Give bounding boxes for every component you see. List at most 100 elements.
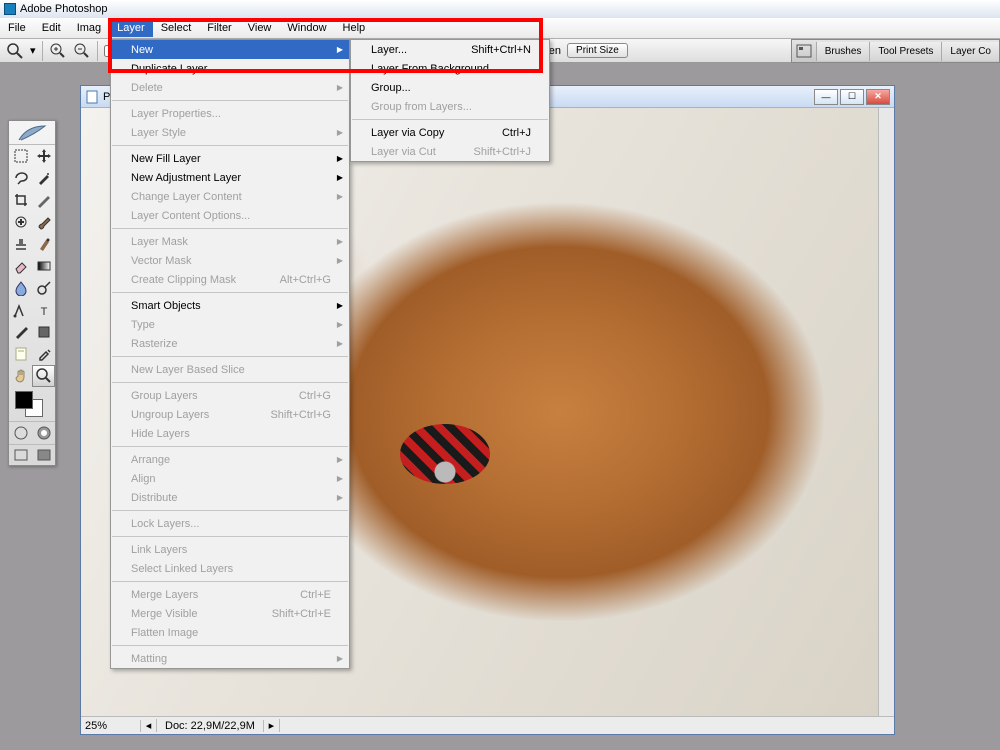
quickmask-mode-icon[interactable] (32, 422, 55, 444)
menu-divider (112, 536, 348, 537)
slice-tool[interactable] (32, 189, 55, 211)
menu-divider (112, 292, 348, 293)
submenu-arrow-icon: ▶ (337, 256, 343, 265)
menu-divider (112, 145, 348, 146)
zoom-left-arrow-icon[interactable]: ◂ (141, 719, 157, 732)
menuitem-ungroup-layers: Ungroup LayersShift+Ctrl+G (111, 405, 349, 424)
menu-help[interactable]: Help (335, 19, 374, 37)
path-tool[interactable] (9, 299, 32, 321)
document-icon (85, 90, 99, 104)
menu-divider (112, 100, 348, 101)
photoshop-feather-icon (9, 121, 55, 145)
zoom-tool-icon (6, 42, 24, 60)
app-title: Adobe Photoshop (20, 3, 107, 15)
menuitem-layer-mask: Layer Mask▶ (111, 232, 349, 251)
submenu-arrow-icon: ▶ (337, 128, 343, 137)
screen-mode-2-icon[interactable] (32, 445, 55, 465)
submenu-arrow-icon: ▶ (337, 455, 343, 464)
eyedrop-tool[interactable] (32, 343, 55, 365)
menuitem-new[interactable]: New▶ (111, 40, 349, 59)
menuitem-smart-objects[interactable]: Smart Objects▶ (111, 296, 349, 315)
menuitem-new-adjustment-layer[interactable]: New Adjustment Layer▶ (111, 168, 349, 187)
screen-mode-1-icon[interactable] (9, 445, 32, 465)
menuitem-group[interactable]: Group... (351, 78, 549, 97)
document-size-info: Doc: 22,9M/22,9M (157, 720, 264, 732)
menuitem-change-layer-content: Change Layer Content▶ (111, 187, 349, 206)
hand-tool[interactable] (9, 365, 32, 387)
foreground-color-swatch[interactable] (15, 391, 33, 409)
menu-divider (352, 119, 548, 120)
palette-tab-layer-co[interactable]: Layer Co (941, 42, 999, 61)
menuitem-layer-from-background[interactable]: Layer From Background... (351, 59, 549, 78)
new-submenu-dropdown: Layer...Shift+Ctrl+NLayer From Backgroun… (350, 39, 550, 162)
menuitem-duplicate-layer[interactable]: Duplicate Layer... (111, 59, 349, 78)
zoom-value[interactable]: 25% (81, 720, 141, 732)
submenu-arrow-icon: ▶ (337, 154, 343, 163)
palette-tab-brushes[interactable]: Brushes (816, 42, 870, 61)
menuitem-type: Type▶ (111, 315, 349, 334)
menu-filter[interactable]: Filter (199, 19, 239, 37)
pen-tool[interactable] (9, 321, 32, 343)
menuitem-new-fill-layer[interactable]: New Fill Layer▶ (111, 149, 349, 168)
shape-tool[interactable] (32, 321, 55, 343)
menu-view[interactable]: View (240, 19, 280, 37)
notes-tool[interactable] (9, 343, 32, 365)
print-size-button[interactable]: Print Size (567, 43, 628, 58)
menu-divider (112, 228, 348, 229)
vertical-scrollbar[interactable] (878, 108, 894, 716)
zoom-in-icon[interactable] (49, 42, 67, 60)
zoom-tool[interactable] (32, 365, 55, 387)
menuitem-link-layers: Link Layers (111, 540, 349, 559)
menu-divider (112, 581, 348, 582)
menuitem-flatten-image: Flatten Image (111, 623, 349, 642)
menuitem-group-from-layers: Group from Layers... (351, 97, 549, 116)
type-tool[interactable]: T (32, 299, 55, 321)
palette-tab-tool-presets[interactable]: Tool Presets (869, 42, 941, 61)
menu-edit[interactable]: Edit (34, 19, 69, 37)
menuitem-merge-visible: Merge VisibleShift+Ctrl+E (111, 604, 349, 623)
gradient-tool[interactable] (32, 255, 55, 277)
blur-tool[interactable] (9, 277, 32, 299)
menu-file[interactable]: File (0, 19, 34, 37)
menuitem-layer-via-copy[interactable]: Layer via CopyCtrl+J (351, 123, 549, 142)
crop-tool[interactable] (9, 189, 32, 211)
menuitem-lock-layers: Lock Layers... (111, 514, 349, 533)
submenu-arrow-icon: ▶ (337, 474, 343, 483)
stamp-tool[interactable] (9, 233, 32, 255)
menuitem-layer-style: Layer Style▶ (111, 123, 349, 142)
history-tool[interactable] (32, 233, 55, 255)
standard-mode-icon[interactable] (9, 422, 32, 444)
status-bar: 25% ◂ Doc: 22,9M/22,9M ▸ (81, 716, 894, 734)
close-button[interactable]: ✕ (866, 89, 890, 105)
info-arrow-icon[interactable]: ▸ (264, 719, 280, 732)
menu-select[interactable]: Select (153, 19, 200, 37)
menuitem-layer-properties: Layer Properties... (111, 104, 349, 123)
brush-tool[interactable] (32, 211, 55, 233)
menuitem-hide-layers: Hide Layers (111, 424, 349, 443)
tool-dropdown-arrow-icon[interactable]: ▾ (30, 44, 36, 57)
menuitem-distribute: Distribute▶ (111, 488, 349, 507)
menu-window[interactable]: Window (279, 19, 334, 37)
submenu-arrow-icon: ▶ (337, 654, 343, 663)
palette-icon[interactable] (792, 41, 816, 61)
lasso-tool[interactable] (9, 167, 32, 189)
menu-imag[interactable]: Imag (69, 19, 109, 37)
move-tool[interactable] (32, 145, 55, 167)
toolbox: T (8, 120, 56, 466)
zoom-out-icon[interactable] (73, 42, 91, 60)
marquee-tool[interactable] (9, 145, 32, 167)
maximize-button[interactable]: ☐ (840, 89, 864, 105)
healing-tool[interactable] (9, 211, 32, 233)
minimize-button[interactable]: — (814, 89, 838, 105)
menuitem-rasterize: Rasterize▶ (111, 334, 349, 353)
menuitem-layer[interactable]: Layer...Shift+Ctrl+N (351, 40, 549, 59)
submenu-arrow-icon: ▶ (337, 320, 343, 329)
photoshop-icon (4, 3, 16, 15)
dodge-tool[interactable] (32, 277, 55, 299)
svg-text:T: T (40, 306, 47, 318)
color-swatches[interactable] (9, 387, 55, 421)
wand-tool[interactable] (32, 167, 55, 189)
menuitem-vector-mask: Vector Mask▶ (111, 251, 349, 270)
menu-layer[interactable]: Layer (109, 19, 153, 37)
eraser-tool[interactable] (9, 255, 32, 277)
